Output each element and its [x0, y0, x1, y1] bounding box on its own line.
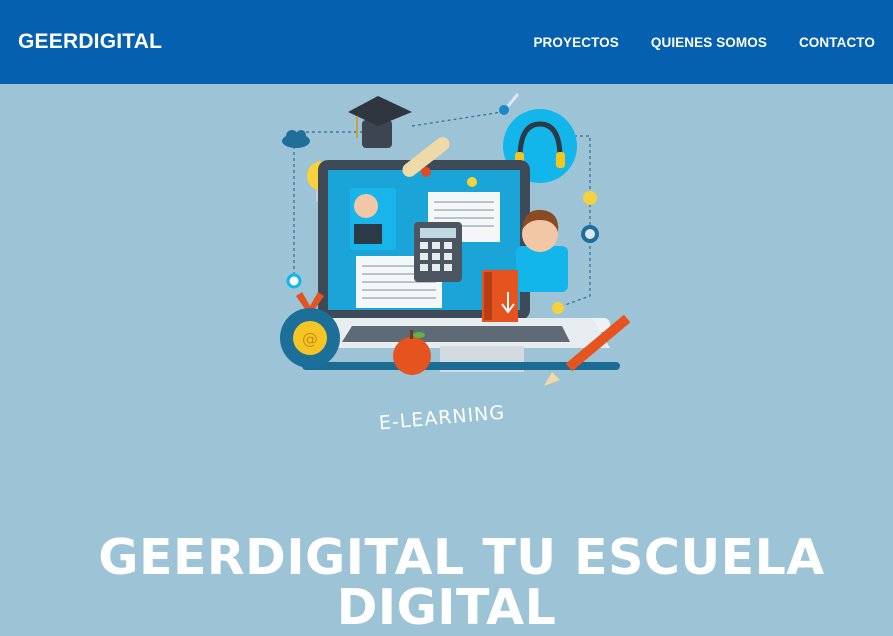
cloud-icon	[282, 130, 310, 148]
hero-headline: GEERDIGITAL TU ESCUELA DIGITAL	[0, 528, 893, 636]
node-dot	[286, 273, 302, 289]
e-learning-illustration: @ E-LEARNING	[280, 93, 631, 435]
satellite-icon	[499, 93, 520, 115]
graduation-cap-icon	[348, 96, 412, 148]
nav-link-proyectos[interactable]: PROYECTOS	[533, 35, 618, 50]
teacher-face	[354, 194, 378, 218]
headline-line-2: DIGITAL	[336, 578, 557, 636]
e-learning-label: E-LEARNING	[378, 402, 506, 435]
student-avatar	[516, 209, 568, 292]
small-lightbulb-icon	[581, 225, 599, 243]
main-nav: PROYECTOS QUIENES SOMOS CONTACTO	[533, 35, 875, 50]
teacher-suit	[354, 224, 382, 244]
yellow-dot	[552, 302, 564, 314]
top-navbar: GEERDIGITAL PROYECTOS QUIENES SOMOS CONT…	[0, 0, 893, 84]
book-icon	[482, 270, 518, 322]
headline-line-1: GEERDIGITAL TU ESCUELA	[98, 528, 825, 586]
svg-text:@: @	[302, 329, 318, 348]
coin-icon	[583, 191, 597, 205]
nav-link-quienes-somos[interactable]: QUIENES SOMOS	[651, 35, 767, 50]
yellow-dot-small	[467, 177, 477, 187]
nav-link-contacto[interactable]: CONTACTO	[799, 35, 875, 50]
calculator-icon	[414, 222, 462, 282]
brand-logo-link[interactable]: GEERDIGITAL	[18, 30, 162, 54]
